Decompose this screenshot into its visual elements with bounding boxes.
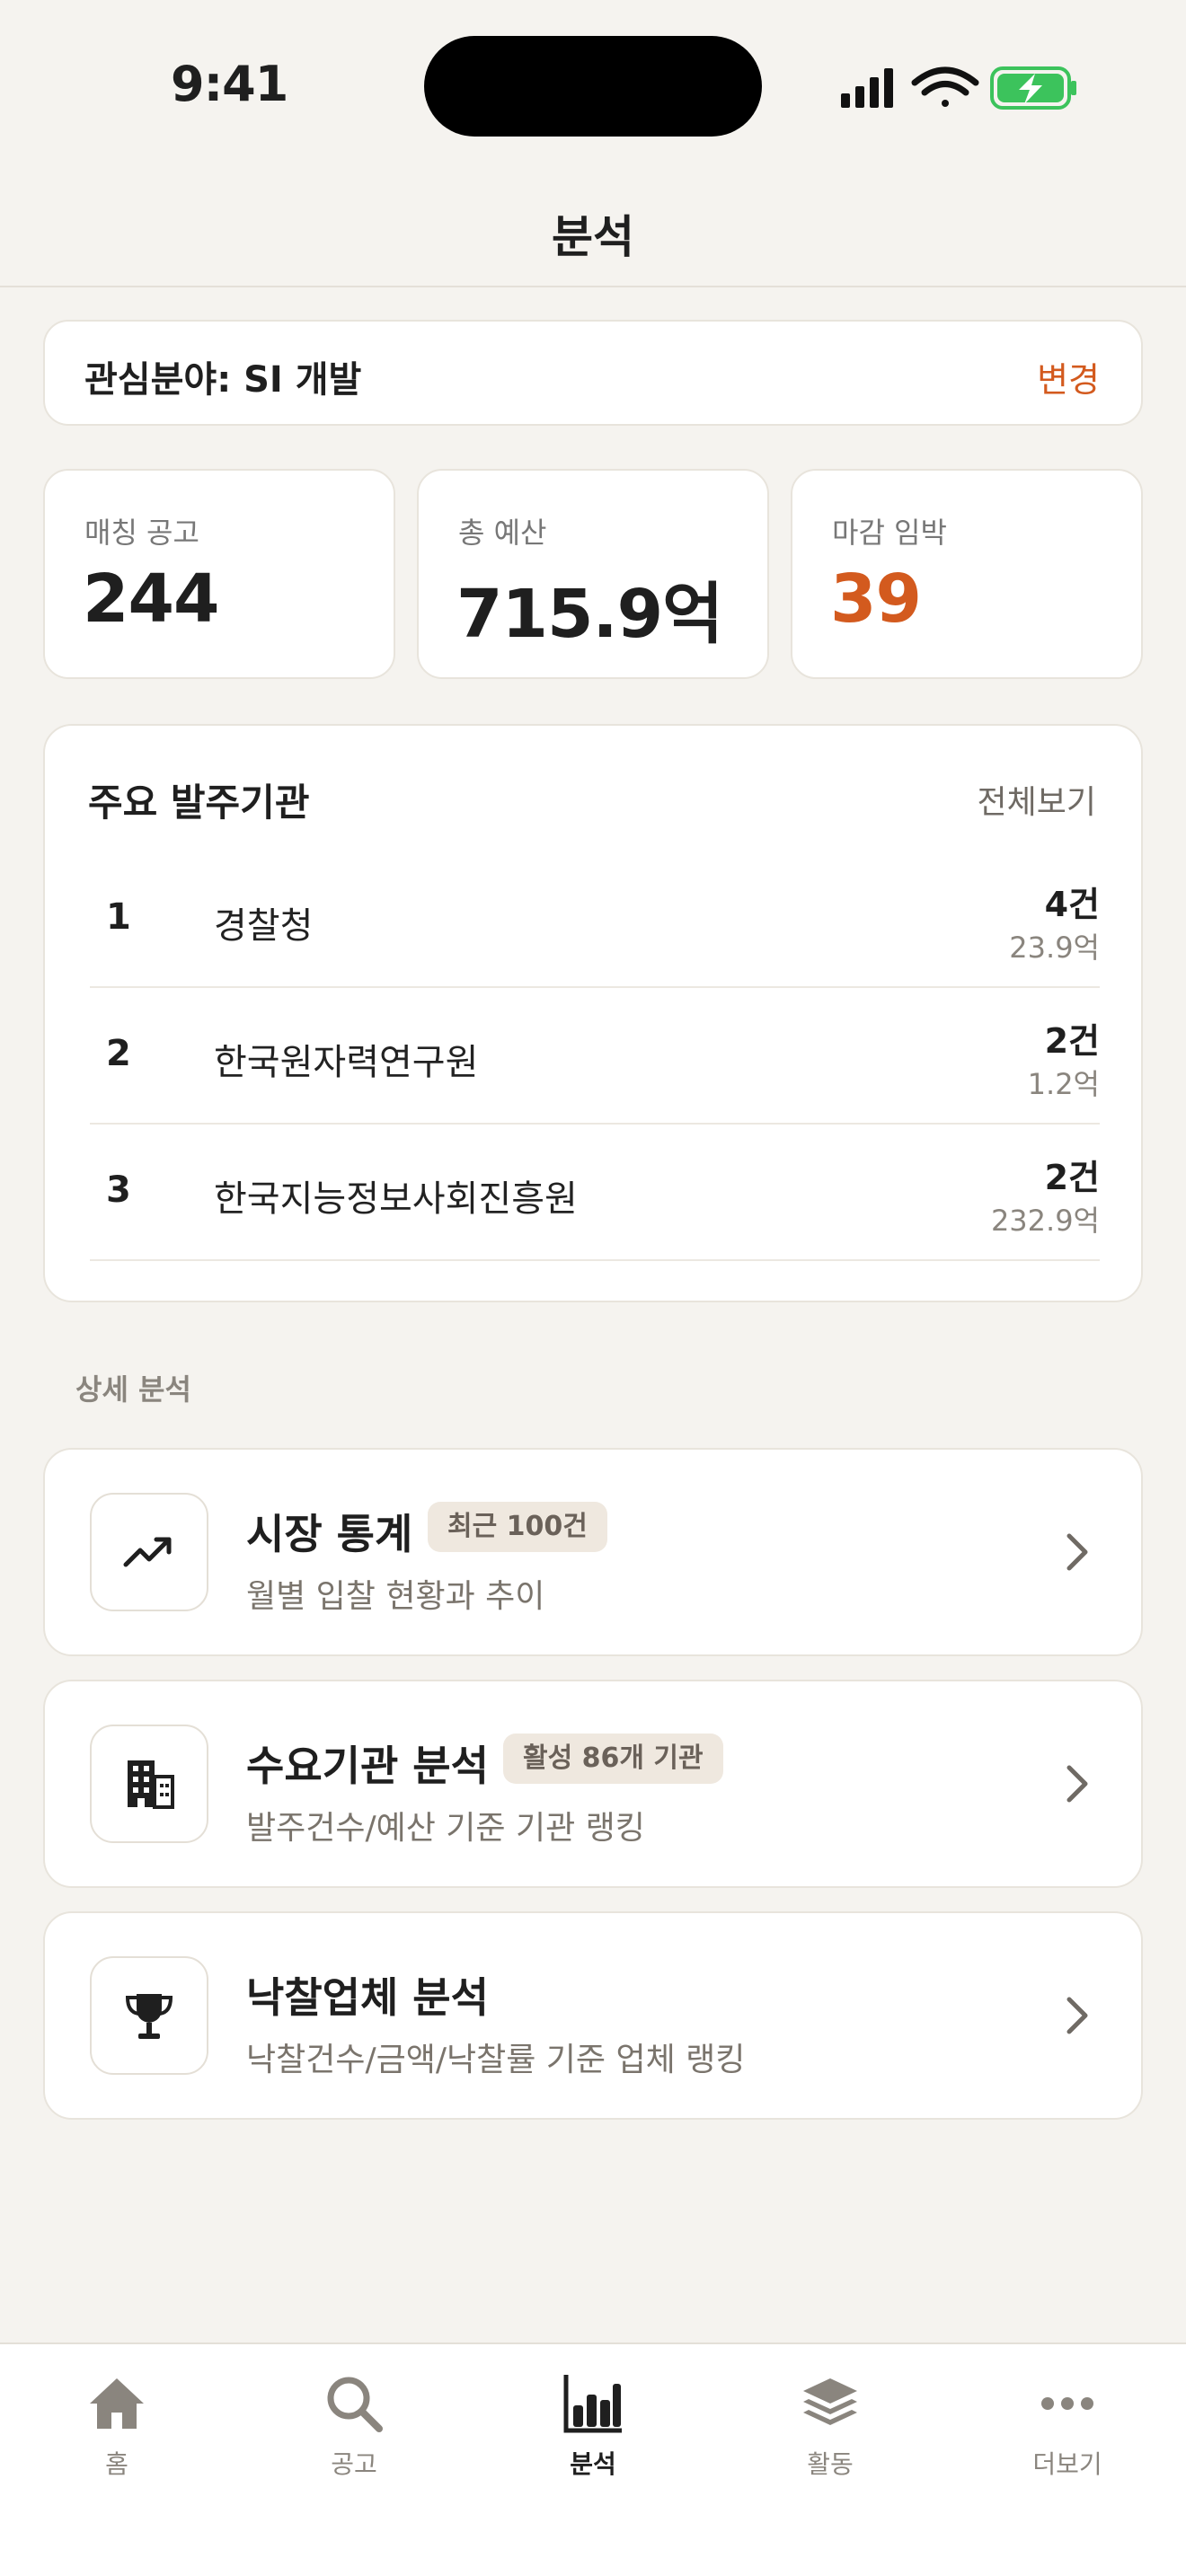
tab-label: 공고	[331, 2449, 377, 2479]
stat-value: 715.9억	[456, 576, 723, 653]
top-agencies-card: 주요 발주기관 전체보기 1 경찰청 4건 23.9억 2 한국원자력연구원 2…	[43, 724, 1143, 1302]
tab-label: 활동	[807, 2449, 854, 2479]
agency-count: 4건	[1044, 885, 1100, 924]
market-stats-card[interactable]: 시장 통계 최근 100건 월별 입찰 현황과 추이	[43, 1448, 1143, 1656]
change-interest-button[interactable]: 변경	[1037, 352, 1100, 401]
agency-count: 2건	[1044, 1021, 1100, 1061]
layers-icon	[803, 2378, 857, 2425]
tab-home[interactable]: 홈	[18, 2371, 216, 2488]
stat-value: 244	[83, 560, 219, 638]
detail-badge: 최근 100건	[428, 1502, 607, 1552]
agency-name: 경찰청	[214, 905, 314, 947]
more-icon	[1041, 2397, 1093, 2410]
trending-up-icon	[90, 1493, 208, 1611]
signal-icon	[841, 68, 893, 108]
winner-analysis-card[interactable]: 낙찰업체 분석 낙찰건수/금액/낙찰률 기준 업체 랭킹	[43, 1911, 1143, 2120]
chevron-right-icon	[1067, 1997, 1088, 2034]
bar-chart-icon	[563, 2375, 622, 2433]
detail-title: 시장 통계	[246, 1510, 413, 1558]
agency-amount: 23.9억	[1009, 931, 1100, 965]
stat-card-budget: 총 예산 715.9억	[417, 469, 769, 679]
stat-value: 39	[830, 560, 922, 638]
stat-card-matching: 매칭 공고 244	[43, 469, 395, 679]
tab-analysis[interactable]: 분석	[494, 2371, 692, 2488]
stat-label: 마감 임박	[832, 516, 947, 550]
detail-subtitle: 발주건수/예산 기준 기관 랭킹	[246, 1810, 645, 1847]
detail-badge: 활성 86개 기관	[503, 1734, 723, 1784]
building-icon	[90, 1725, 208, 1843]
agency-row[interactable]: 3 한국지능정보사회진흥원 2건 232.9억	[90, 1125, 1100, 1261]
stat-label: 총 예산	[458, 516, 547, 550]
agency-row[interactable]: 2 한국원자력연구원 2건 1.2억	[90, 988, 1100, 1125]
chevron-right-icon	[1067, 1533, 1088, 1571]
tab-label: 분석	[570, 2449, 616, 2479]
status-bar: 9:41	[0, 0, 1186, 162]
agency-rank: 3	[106, 1169, 131, 1211]
agency-name: 한국원자력연구원	[214, 1042, 479, 1083]
tab-more[interactable]: 더보기	[969, 2371, 1166, 2488]
wifi-icon	[911, 66, 979, 107]
view-all-button[interactable]: 전체보기	[978, 776, 1096, 823]
agencies-title: 주요 발주기관	[88, 781, 310, 825]
chevron-right-icon	[1067, 1765, 1088, 1803]
stat-card-deadline: 마감 임박 39	[791, 469, 1143, 679]
search-icon	[327, 2377, 383, 2432]
tab-label: 더보기	[1032, 2449, 1102, 2479]
page-title: 분석	[552, 211, 634, 263]
detail-subtitle: 낙찰건수/금액/낙찰률 기준 업체 랭킹	[246, 2042, 746, 2078]
app-screen: 9:41 분석 관심분야: SI 개발 변경 매칭 공고 244 총 예산 71…	[0, 0, 1186, 2576]
tab-notices[interactable]: 공고	[255, 2371, 453, 2488]
battery-icon	[990, 66, 1076, 110]
tab-bar: 홈 공고 분석 활동 더보기	[0, 2342, 1186, 2576]
agency-amount: 232.9억	[990, 1204, 1100, 1238]
home-icon	[90, 2378, 144, 2429]
agency-rank: 1	[106, 896, 131, 938]
agency-amount: 1.2억	[1027, 1067, 1100, 1101]
trophy-icon	[90, 1956, 208, 2075]
dynamic-island	[424, 36, 762, 137]
agency-count: 2건	[1044, 1158, 1100, 1197]
tab-label: 홈	[105, 2449, 128, 2479]
detail-subtitle: 월별 입찰 현황과 추이	[246, 1578, 545, 1615]
nav-header: 분석	[0, 162, 1186, 287]
stat-label: 매칭 공고	[84, 516, 199, 550]
tab-activity[interactable]: 활동	[731, 2371, 929, 2488]
status-icons	[841, 66, 1076, 110]
section-label: 상세 분석	[75, 1372, 191, 1407]
detail-title: 수요기관 분석	[246, 1742, 489, 1790]
agency-name: 한국지능정보사회진흥원	[214, 1178, 578, 1220]
interest-field-card: 관심분야: SI 개발 변경	[43, 320, 1143, 426]
agency-row[interactable]: 1 경찰청 4건 23.9억	[90, 851, 1100, 988]
detail-title: 낙찰업체 분석	[246, 1973, 489, 2022]
agency-analysis-card[interactable]: 수요기관 분석 활성 86개 기관 발주건수/예산 기준 기관 랭킹	[43, 1680, 1143, 1888]
interest-field-label: 관심분야: SI 개발	[84, 359, 362, 401]
agency-rank: 2	[106, 1033, 131, 1074]
status-time: 9:41	[171, 56, 288, 112]
